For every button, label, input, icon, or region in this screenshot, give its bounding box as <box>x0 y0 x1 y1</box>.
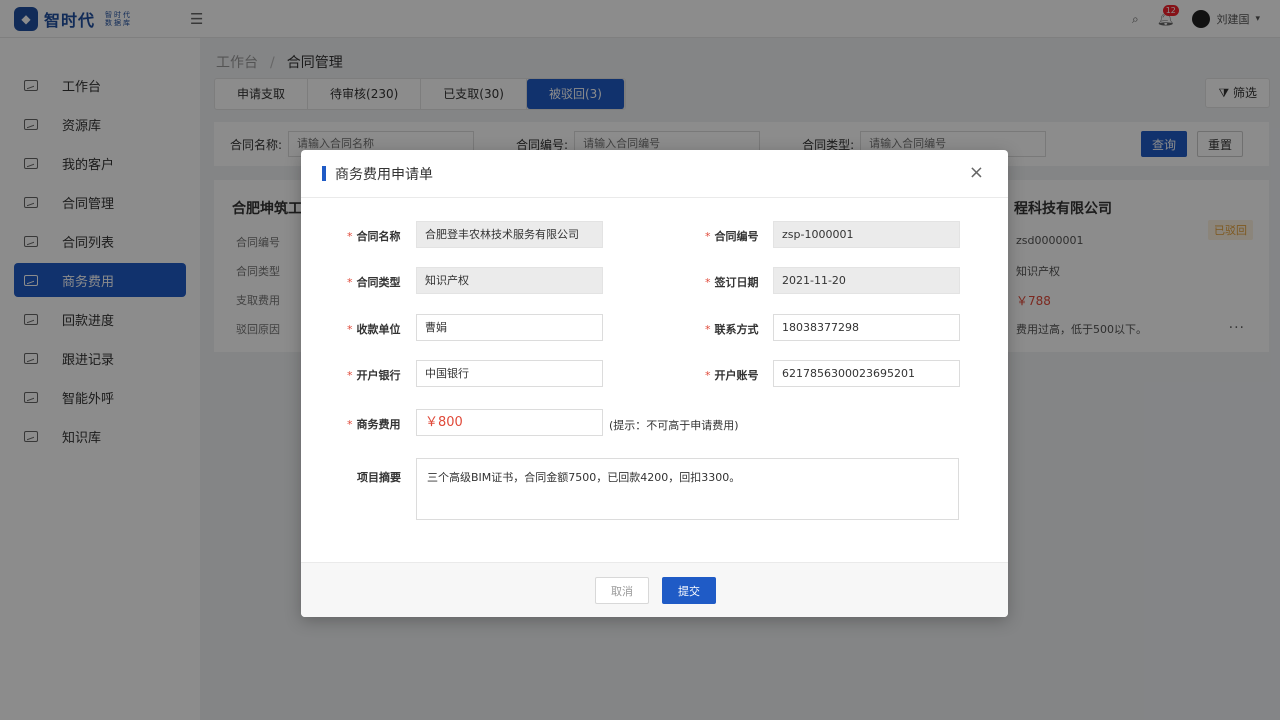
sign-date-label: * 签订日期 <box>705 276 759 289</box>
close-icon[interactable]: × <box>969 162 984 183</box>
contract-number-field: zsp-1000001 <box>773 221 960 248</box>
bank-label: * 开户银行 <box>347 369 401 382</box>
business-fee-label: * 商务费用 <box>347 418 401 431</box>
summary-textarea[interactable]: 三个高级BIM证书，合同金额7500，已回款4200，回扣3300。 <box>416 458 959 520</box>
expense-application-dialog: 商务费用申请单 × * 合同名称 合肥登丰农林技术服务有限公司 * 合同编号 zsp… <box>301 150 1008 617</box>
business-fee-input[interactable]: ￥800 <box>416 409 603 436</box>
submit-button[interactable]: 提交 <box>662 577 716 604</box>
contact-input[interactable]: 18038377298 <box>773 314 960 341</box>
modal-header: 商务费用申请单 × <box>301 150 1008 198</box>
contract-name-label: * 合同名称 <box>347 230 401 243</box>
sign-date-field: 2021-11-20 <box>773 267 960 294</box>
fee-hint: (提示：不可高于申请费用) <box>609 419 739 432</box>
contract-type-field: 知识产权 <box>416 267 603 294</box>
payee-input[interactable]: 曹娟 <box>416 314 603 341</box>
bank-input[interactable]: 中国银行 <box>416 360 603 387</box>
cancel-button[interactable]: 取消 <box>595 577 649 604</box>
account-input[interactable]: 6217856300023695201 <box>773 360 960 387</box>
contract-type-label: * 合同类型 <box>347 276 401 289</box>
modal-footer: 取消 提交 <box>301 562 1008 617</box>
contract-name-field: 合肥登丰农林技术服务有限公司 <box>416 221 603 248</box>
account-label: * 开户账号 <box>705 369 759 382</box>
title-accent-bar <box>322 166 326 181</box>
modal-title: 商务费用申请单 <box>335 166 433 183</box>
summary-label: 项目摘要 <box>357 471 401 484</box>
payee-label: * 收款单位 <box>347 323 401 336</box>
contract-number-label: * 合同编号 <box>705 230 759 243</box>
contact-label: * 联系方式 <box>705 323 759 336</box>
